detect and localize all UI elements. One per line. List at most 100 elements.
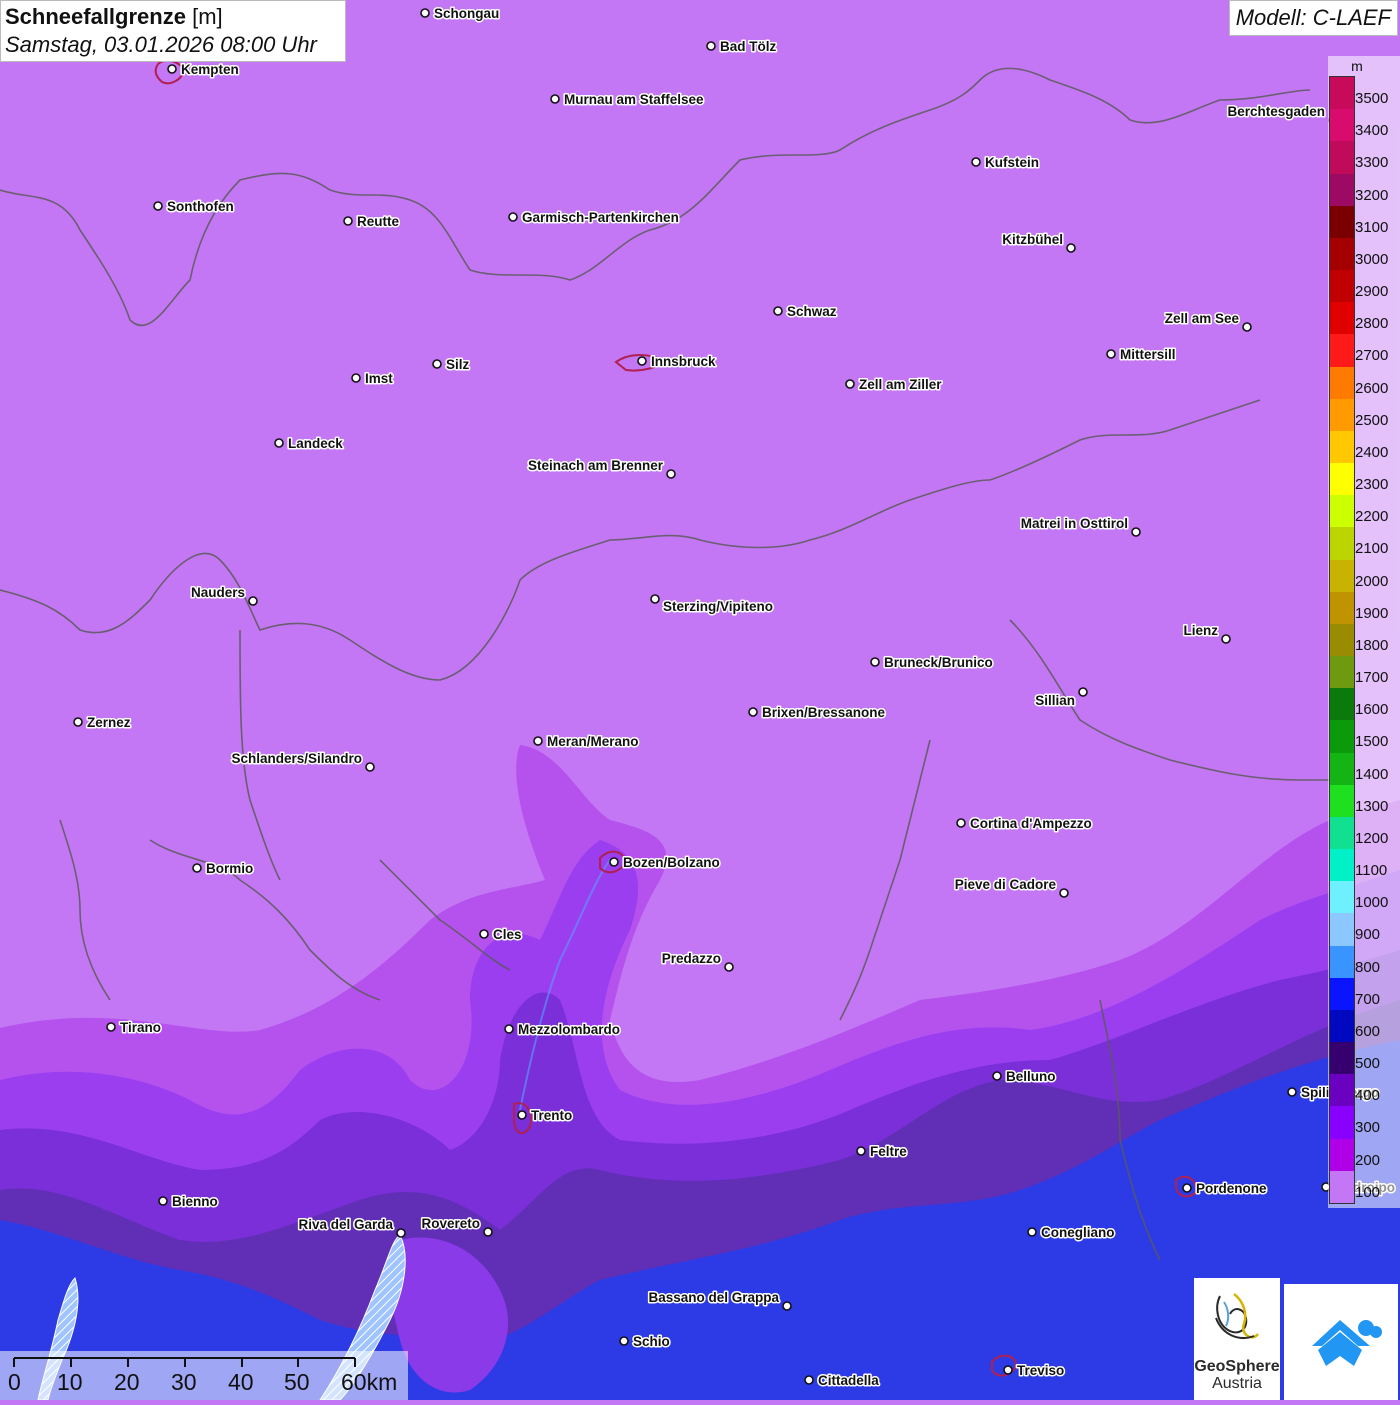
city-label: Pordenone [1196,1181,1267,1196]
city-label: Murnau am Staffelsee [564,92,704,107]
legend-label: 1100 [1355,862,1388,880]
legend-swatch [1330,302,1354,335]
city-label: Reutte [357,214,399,229]
city-label: Matrei in Osttirol [1021,516,1128,531]
city-dot [706,41,716,51]
city-dot [856,1146,866,1156]
city-label: Meran/Merano [547,734,639,749]
city-dot [1131,527,1141,537]
city-label: Cortina d'Ampezzo [970,816,1092,831]
city-marker[interactable]: Zell am Ziller [845,376,944,394]
legend-swatch [1330,463,1354,496]
city-label: Zell am Ziller [859,377,942,392]
legend-swatch [1330,720,1354,754]
city-label: Predazzo [662,951,721,966]
city-label: Kempten [181,62,239,77]
city-marker[interactable]: Meran/Merano [533,733,640,751]
city-marker[interactable]: Bruneck/Brunico [870,654,994,672]
legend-label: 2000 [1355,572,1389,590]
geosphere-logo[interactable]: GeoSphere Austria [1194,1278,1280,1400]
legend-swatch [1330,623,1354,657]
city-dot [192,863,202,873]
city-dot [748,707,758,717]
city-dot [724,962,734,972]
scale-label: 20 [114,1369,140,1395]
city-dot [956,818,966,828]
city-label: Zernez [87,715,131,730]
legend-label: 1200 [1355,829,1389,847]
legend-label: 700 [1355,990,1381,1008]
legend-swatch [1330,527,1354,561]
legend-label: 800 [1355,958,1381,976]
city-label: Bormio [206,861,253,876]
city-dot [1182,1183,1192,1193]
city-label: Bassano del Grappa [648,1290,779,1305]
legend-label: 3000 [1355,250,1389,268]
city-dot [971,157,981,167]
city-dot [870,657,880,667]
city-marker[interactable]: Conegliano [1027,1224,1116,1242]
city-marker[interactable]: Pordenone [1182,1180,1268,1198]
legend-swatch [1330,398,1354,432]
city-dot [533,736,543,746]
scale-label: 30 [171,1369,197,1395]
city-marker[interactable]: Garmisch-Partenkirchen [508,209,680,227]
city-marker[interactable]: Mezzolombardo [504,1021,622,1039]
legend-label: 2700 [1355,347,1389,365]
city-label: Silz [446,357,470,372]
legend-swatch [1330,141,1354,174]
city-label: Berchtesgaden [1227,104,1325,119]
city-dot [158,1196,168,1206]
city-dot [483,1227,493,1237]
city-label: Mittersill [1120,347,1176,362]
city-label: Sterzing/Vipiteno [663,599,773,614]
city-dot [992,1071,1002,1081]
city-dot [432,359,442,369]
city-label: Schlanders/Silandro [231,751,362,766]
city-label: Landeck [288,436,343,451]
city-dot [420,8,430,18]
legend-label: 2900 [1355,283,1389,301]
legend-swatch [1330,688,1354,721]
city-dot [351,373,361,383]
legend-swatch [1330,881,1354,914]
city-marker[interactable]: Cortina d'Ampezzo [956,815,1093,833]
city-label: Sonthofen [167,199,234,214]
legend-swatch [1330,109,1354,142]
city-label: Schongau [434,6,499,21]
legend-swatch [1330,77,1354,110]
legend-label: 1800 [1355,636,1389,654]
city-label: Brixen/Bressanone [762,705,886,720]
city-dot [479,929,489,939]
city-label: Garmisch-Partenkirchen [522,210,679,225]
city-label: Cittadella [818,1373,879,1388]
legend-label: 2300 [1355,476,1389,494]
legend-label: 2600 [1355,379,1389,397]
legend-label: 2500 [1355,411,1389,429]
city-dot [504,1024,514,1034]
legend-swatch [1330,237,1354,271]
city-label: Bad Tölz [720,39,776,54]
map-canvas[interactable]: Schongau Kempten Bad Tölz Murnau am Staffel… [0,0,1400,1400]
city-dot [1221,634,1231,644]
city-label: Pieve di Cadore [955,877,1057,892]
weather-app-logo[interactable] [1284,1284,1398,1400]
city-marker[interactable]: Murnau am Staffelsee [550,91,706,109]
legend-swatch [1330,1106,1354,1140]
city-marker[interactable]: Bozen/Bolzano [609,854,721,872]
city-dot [1066,243,1076,253]
legend-unit: m [1351,58,1363,74]
city-label: Bruneck/Brunico [884,655,993,670]
city-label: Mezzolombardo [518,1022,620,1037]
legend-swatch [1330,495,1354,528]
map-title-unit: [m] [192,4,223,29]
city-label: Bozen/Bolzano [623,855,720,870]
city-dot [1078,687,1088,697]
city-label: Schwaz [787,304,837,319]
city-marker[interactable]: Brixen/Bressanone [748,704,887,722]
city-dot [248,596,258,606]
legend-swatch [1330,913,1354,947]
map-title: Schneefallgrenze [5,4,186,29]
legend-label: 200 [1355,1151,1381,1169]
city-dot [508,212,518,222]
